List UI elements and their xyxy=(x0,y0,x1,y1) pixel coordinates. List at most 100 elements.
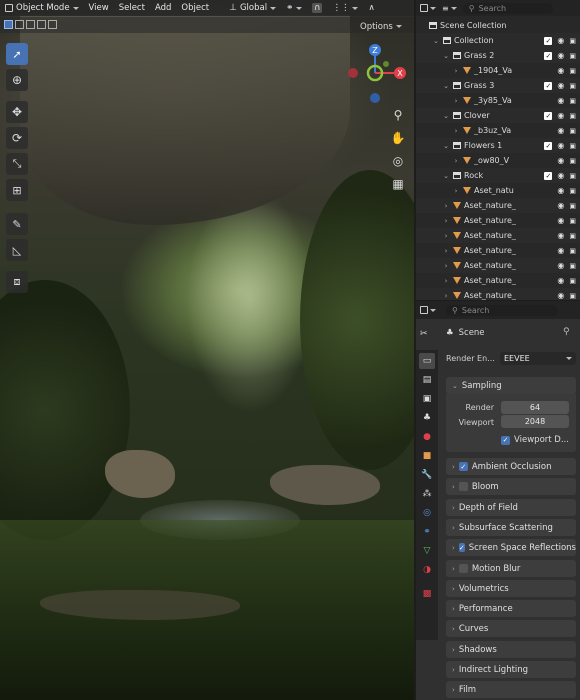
particles-tab-icon[interactable]: ⁂ xyxy=(419,486,435,502)
measure-tool[interactable]: ◺ xyxy=(6,239,28,261)
chevron-right-icon[interactable]: › xyxy=(442,277,450,285)
cursor-tool[interactable]: ⊕ xyxy=(6,69,28,91)
outliner-object-row[interactable]: › Aset_nature_ ◉ ▣ xyxy=(416,198,580,213)
panel-header[interactable]: › Shadows xyxy=(446,641,576,658)
chevron-right-icon[interactable]: › xyxy=(442,202,450,210)
outliner-object-row[interactable]: › Aset_nature_ ◉ ▣ xyxy=(416,288,580,300)
panel-header[interactable]: › Volumetrics xyxy=(446,580,576,597)
chevron-right-icon[interactable]: › xyxy=(452,67,460,75)
select-extend-icon[interactable] xyxy=(15,20,24,29)
camera-view-icon[interactable]: ◎ xyxy=(389,152,407,170)
chevron-right-icon[interactable]: › xyxy=(452,127,460,135)
proportional-edit-button[interactable]: ∧ xyxy=(363,0,379,16)
checkbox-unchecked-icon[interactable] xyxy=(458,482,468,491)
chevron-down-icon[interactable]: ⌄ xyxy=(442,52,450,60)
camera-icon[interactable]: ▣ xyxy=(569,67,576,75)
transform-tool[interactable]: ⊞ xyxy=(6,179,28,201)
move-tool[interactable]: ✥ xyxy=(6,101,28,123)
outliner-object-row[interactable]: › Aset_nature_ ◉ ▣ xyxy=(416,213,580,228)
modifier-tab-icon[interactable]: 🔧 xyxy=(419,467,435,483)
snap-toggle[interactable]: ∩ xyxy=(307,0,327,16)
menu-object[interactable]: Object xyxy=(176,0,214,16)
camera-icon[interactable]: ▣ xyxy=(569,142,576,150)
select-new-icon[interactable] xyxy=(4,20,13,29)
eye-icon[interactable]: ◉ xyxy=(557,156,564,165)
render-samples-field[interactable]: 64 xyxy=(501,401,569,414)
camera-icon[interactable]: ▣ xyxy=(569,157,576,165)
chevron-down-icon[interactable]: ⌄ xyxy=(442,82,450,90)
grid-perspective-icon[interactable]: ▦ xyxy=(389,175,407,193)
add-cube-tool[interactable]: ⧈ xyxy=(6,271,28,293)
eye-icon[interactable]: ◉ xyxy=(557,216,564,225)
properties-tool-icon[interactable]: ✂ xyxy=(420,329,428,339)
navigation-gizmo[interactable]: Z X xyxy=(344,40,408,104)
material-tab-icon[interactable]: ◑ xyxy=(419,562,435,578)
output-tab-icon[interactable]: ▤ xyxy=(419,372,435,388)
eye-icon[interactable]: ◉ xyxy=(557,81,564,90)
camera-icon[interactable]: ▣ xyxy=(569,172,576,180)
eye-icon[interactable]: ◉ xyxy=(557,171,564,180)
hand-pan-icon[interactable]: ✋ xyxy=(389,129,407,147)
chevron-right-icon[interactable]: › xyxy=(452,187,460,195)
outliner-object-row[interactable]: › _1904_Va ◉ ▣ xyxy=(416,63,580,78)
chevron-right-icon[interactable]: › xyxy=(452,97,460,105)
camera-icon[interactable]: ▣ xyxy=(569,247,576,255)
viewport-denoise-checkbox[interactable]: ✓ Viewport D... xyxy=(501,435,569,445)
camera-icon[interactable]: ▣ xyxy=(569,52,576,60)
camera-icon[interactable]: ▣ xyxy=(569,277,576,285)
transform-orientation[interactable]: ⊥ Global xyxy=(224,0,281,16)
panel-header[interactable]: › Subsurface Scattering xyxy=(446,519,576,536)
checkbox-icon[interactable]: ✓ xyxy=(544,171,553,180)
eye-icon[interactable]: ◉ xyxy=(557,111,564,120)
chevron-right-icon[interactable]: › xyxy=(442,247,450,255)
collection-row[interactable]: ⌄ Collection ✓ ◉ ▣ xyxy=(416,33,580,48)
chevron-right-icon[interactable]: › xyxy=(442,262,450,270)
menu-view[interactable]: View xyxy=(84,0,114,16)
panel-header[interactable]: › Bloom xyxy=(446,478,576,495)
world-tab-icon[interactable]: ● xyxy=(419,429,435,445)
outliner-search-input[interactable]: ⚲ Search xyxy=(462,2,553,14)
checkbox-icon[interactable]: ✓ xyxy=(544,111,553,120)
eye-icon[interactable]: ◉ xyxy=(557,276,564,285)
outliner-object-row[interactable]: › Aset_natu ◉ ▣ xyxy=(416,183,580,198)
zoom-icon[interactable]: ⚲ xyxy=(389,106,407,124)
panel-header[interactable]: › ✓ Ambient Occlusion xyxy=(446,458,576,475)
checkbox-icon[interactable]: ✓ xyxy=(544,141,553,150)
camera-icon[interactable]: ▣ xyxy=(569,127,576,135)
chevron-right-icon[interactable]: › xyxy=(442,232,450,240)
camera-icon[interactable]: ▣ xyxy=(569,187,576,195)
snap-target-button[interactable]: ⋮⋮ xyxy=(327,0,363,16)
menu-select[interactable]: Select xyxy=(114,0,150,16)
eye-icon[interactable]: ◉ xyxy=(557,126,564,135)
eye-icon[interactable]: ◉ xyxy=(557,96,564,105)
chevron-right-icon[interactable]: › xyxy=(442,217,450,225)
panel-header[interactable]: › Performance xyxy=(446,600,576,617)
display-mode-icon[interactable]: ≡ xyxy=(442,4,457,13)
outliner-object-row[interactable]: › _3y85_Va ◉ ▣ xyxy=(416,93,580,108)
pivot-point-button[interactable]: ⚭ xyxy=(281,0,307,16)
texture-tab-icon[interactable]: ▩ xyxy=(419,586,435,602)
eye-icon[interactable]: ◉ xyxy=(557,201,564,210)
outliner-collection-row[interactable]: ⌄ Grass 2 ✓ ◉ ▣ xyxy=(416,48,580,63)
editor-type-icon[interactable] xyxy=(420,306,436,314)
scale-tool[interactable]: ⤡ xyxy=(6,153,28,175)
render-tab-icon[interactable]: ▭ xyxy=(419,353,435,369)
menu-add[interactable]: Add xyxy=(150,0,176,16)
checkbox-icon[interactable]: ✓ xyxy=(544,81,553,90)
camera-icon[interactable]: ▣ xyxy=(569,112,576,120)
chevron-down-icon[interactable]: ⌄ xyxy=(442,172,450,180)
outliner-object-row[interactable]: › Aset_nature_ ◉ ▣ xyxy=(416,243,580,258)
view-layer-tab-icon[interactable]: ▣ xyxy=(419,391,435,407)
panel-header[interactable]: › Indirect Lighting xyxy=(446,661,576,678)
constraints-tab-icon[interactable]: ⚭ xyxy=(419,524,435,540)
eye-icon[interactable]: ◉ xyxy=(557,261,564,270)
camera-icon[interactable]: ▣ xyxy=(569,82,576,90)
panel-header[interactable]: › ✓ Screen Space Reflections xyxy=(446,539,576,556)
select-intersect-icon[interactable] xyxy=(48,20,57,29)
outliner-collection-row[interactable]: ⌄ Clover ✓ ◉ ▣ xyxy=(416,108,580,123)
checkbox-checked-icon[interactable]: ✓ xyxy=(458,543,465,552)
outliner-object-row[interactable]: › Aset_nature_ ◉ ▣ xyxy=(416,273,580,288)
checkbox-icon[interactable]: ✓ xyxy=(544,36,553,45)
checkbox-icon[interactable]: ✓ xyxy=(544,51,553,60)
camera-icon[interactable]: ▣ xyxy=(569,217,576,225)
